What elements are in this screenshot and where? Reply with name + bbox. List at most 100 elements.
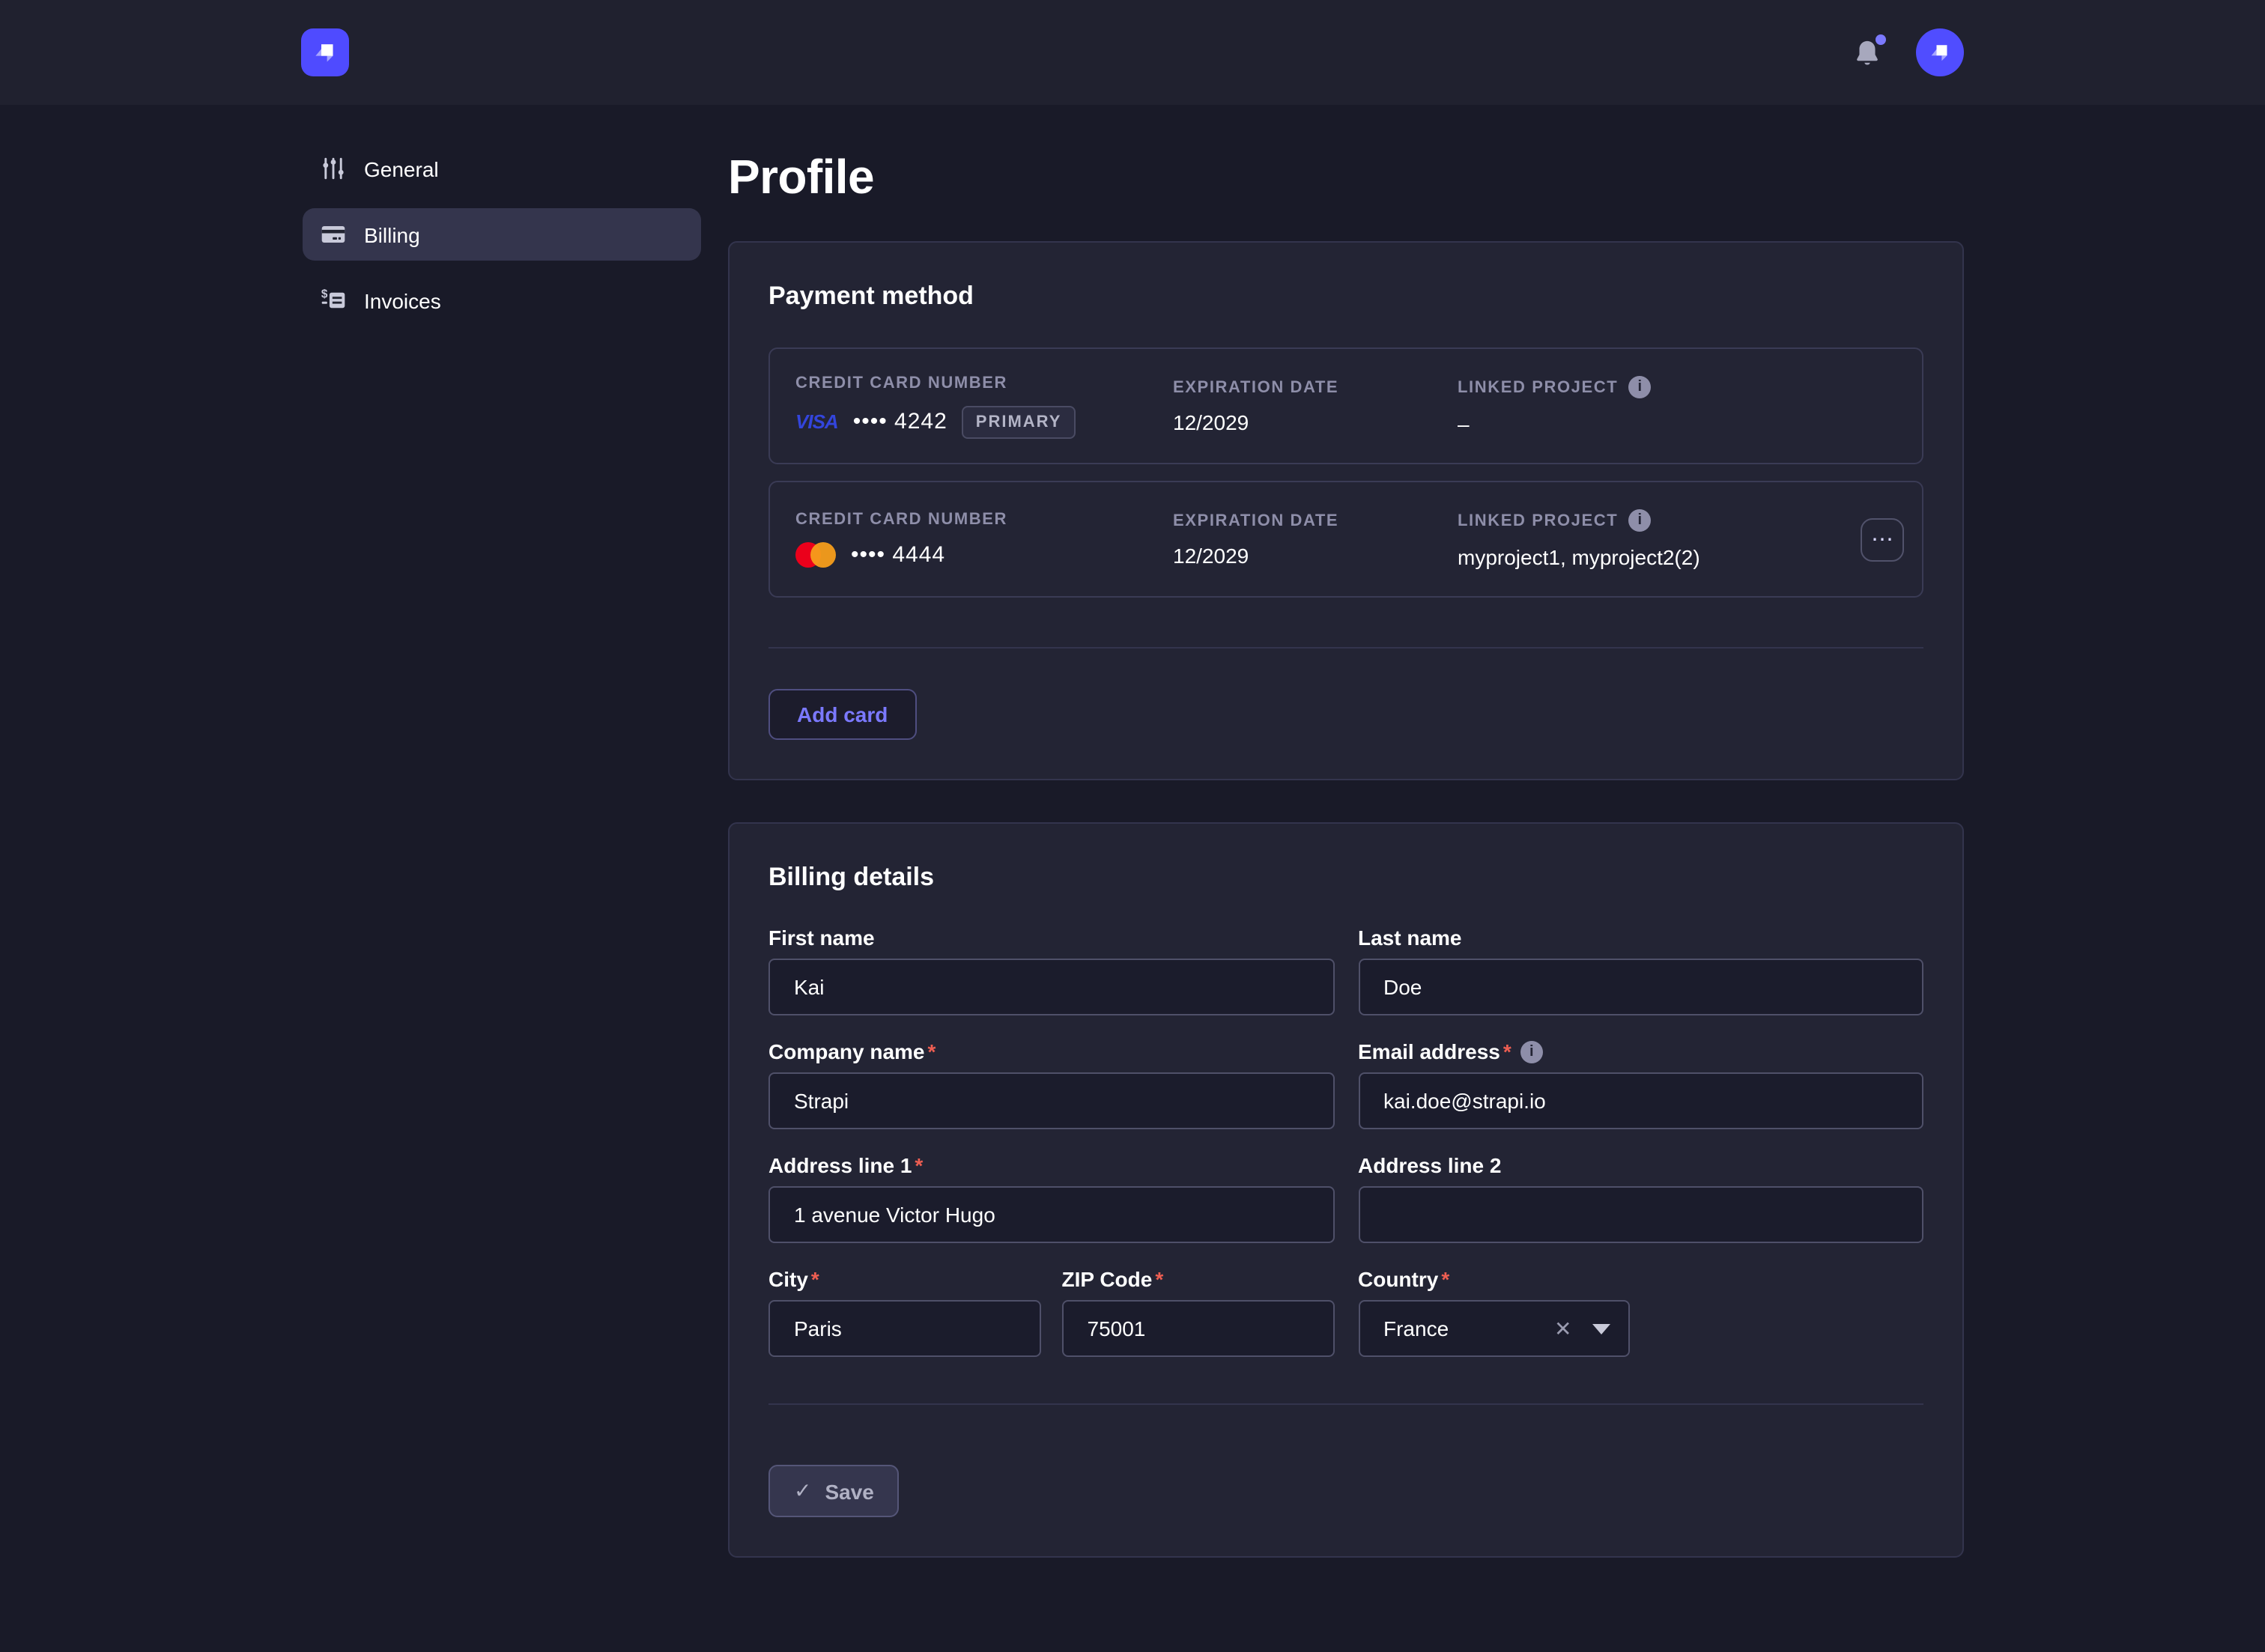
city-input[interactable] xyxy=(768,1300,1041,1357)
required-asterisk: * xyxy=(1155,1267,1163,1291)
zip-code-input[interactable] xyxy=(1062,1300,1335,1357)
last-name-input[interactable] xyxy=(1358,959,1923,1015)
expiration-date-header: EXPIRATION DATE xyxy=(1173,511,1458,529)
expiration-cell: EXPIRATION DATE 12/2029 xyxy=(1173,511,1458,567)
zip-code-label: ZIP Code* xyxy=(1062,1267,1335,1291)
strapi-logo-icon xyxy=(310,37,340,67)
city-field: City* xyxy=(768,1267,1041,1357)
linked-project-value: – xyxy=(1458,412,1844,436)
avatar-strapi-icon xyxy=(1926,39,1953,66)
sidebar-item-billing[interactable]: Billing xyxy=(303,208,701,261)
visa-logo: VISA xyxy=(795,410,838,433)
info-icon[interactable]: i xyxy=(1628,509,1651,532)
chevron-down-icon xyxy=(1593,1323,1611,1334)
panel-divider xyxy=(768,647,1923,649)
credit-card-number-header: CREDIT CARD NUMBER xyxy=(795,511,1173,529)
card-row-visa: CREDIT CARD NUMBER VISA •••• 4242 PRIMAR… xyxy=(768,347,1923,464)
first-name-field: First name xyxy=(768,926,1334,1015)
city-label: City* xyxy=(768,1267,1041,1291)
save-button-label: Save xyxy=(825,1479,873,1503)
top-bar xyxy=(0,0,2265,105)
notification-dot xyxy=(1876,34,1886,44)
user-avatar[interactable] xyxy=(1916,28,1964,76)
main-content: Profile Payment method CREDIT CARD NUMBE… xyxy=(728,150,1964,1600)
expiration-date-header: EXPIRATION DATE xyxy=(1173,378,1458,396)
address-line2-label: Address line 2 xyxy=(1358,1153,1923,1177)
check-icon: ✓ xyxy=(794,1478,811,1504)
add-card-button[interactable]: Add card xyxy=(768,689,916,740)
company-name-label: Company name* xyxy=(768,1039,1334,1063)
payment-method-panel: Payment method CREDIT CARD NUMBER VISA •… xyxy=(728,241,1964,780)
save-button[interactable]: ✓ Save xyxy=(768,1465,900,1517)
zip-code-field: ZIP Code* xyxy=(1062,1267,1335,1357)
country-field: Country* France ✕ xyxy=(1358,1267,1631,1357)
last-name-field: Last name xyxy=(1358,926,1923,1015)
address-line1-input[interactable] xyxy=(768,1186,1334,1243)
form-divider xyxy=(768,1403,1923,1405)
required-asterisk: * xyxy=(915,1153,923,1177)
linked-project-cell: LINKED PROJECT i – xyxy=(1458,376,1844,436)
required-asterisk: * xyxy=(1441,1267,1449,1291)
email-address-input[interactable] xyxy=(1358,1072,1923,1129)
payment-method-heading: Payment method xyxy=(768,282,1923,312)
sidebar-item-invoices[interactable]: $ Invoices xyxy=(303,274,701,327)
company-name-input[interactable] xyxy=(768,1072,1334,1129)
sidebar-item-label: Invoices xyxy=(364,288,441,312)
company-name-field: Company name* xyxy=(768,1039,1334,1129)
topbar-actions xyxy=(1855,28,1964,76)
ellipsis-icon: ⋯ xyxy=(1871,526,1893,553)
expiration-date-value: 12/2029 xyxy=(1173,543,1458,567)
info-icon[interactable]: i xyxy=(1628,376,1651,398)
email-address-field: Email address*i xyxy=(1358,1039,1923,1129)
linked-project-header-row: LINKED PROJECT i xyxy=(1458,376,1844,398)
info-icon[interactable]: i xyxy=(1520,1040,1543,1063)
expiration-date-value: 12/2029 xyxy=(1173,410,1458,434)
page-title: Profile xyxy=(728,150,1964,205)
billing-details-heading: Billing details xyxy=(768,863,1923,893)
invoice-icon: $ xyxy=(321,288,346,313)
primary-badge: PRIMARY xyxy=(962,405,1076,438)
expiration-cell: EXPIRATION DATE 12/2029 xyxy=(1173,378,1458,434)
sidebar-item-label: Billing xyxy=(364,222,420,246)
sliders-icon xyxy=(321,156,346,181)
country-select[interactable]: France ✕ xyxy=(1358,1300,1631,1357)
svg-text:$: $ xyxy=(321,288,328,301)
address-line1-label: Address line 1* xyxy=(768,1153,1334,1177)
notifications-button[interactable] xyxy=(1855,38,1880,67)
first-name-label: First name xyxy=(768,926,1334,950)
card-masked-number: •••• 4444 xyxy=(851,542,945,568)
required-asterisk: * xyxy=(811,1267,819,1291)
address-line2-field: Address line 2 xyxy=(1358,1153,1923,1243)
billing-form: First name Last name Company name* xyxy=(768,926,1923,1517)
sidebar-item-general[interactable]: General xyxy=(303,142,701,195)
address-line2-input[interactable] xyxy=(1358,1186,1923,1243)
billing-details-panel: Billing details First name Last name Co xyxy=(728,822,1964,1558)
linked-project-header: LINKED PROJECT xyxy=(1458,511,1618,529)
card-more-menu-button[interactable]: ⋯ xyxy=(1861,517,1904,561)
last-name-label: Last name xyxy=(1358,926,1923,950)
card-number-cell: CREDIT CARD NUMBER •••• 4444 xyxy=(795,511,1173,568)
card-row-mastercard: CREDIT CARD NUMBER •••• 4444 EXPIRATION … xyxy=(768,481,1923,598)
city-zip-row: City* ZIP Code* xyxy=(768,1267,1334,1357)
card-masked-number: •••• 4242 xyxy=(853,409,947,434)
linked-project-cell: LINKED PROJECT i myproject1, myproject2(… xyxy=(1458,509,1844,569)
mastercard-logo xyxy=(795,542,836,568)
settings-sidebar: General Billing $ xyxy=(303,142,701,327)
linked-project-header-row: LINKED PROJECT i xyxy=(1458,509,1844,532)
page-content: General Billing $ xyxy=(0,105,2265,1600)
clear-icon[interactable]: ✕ xyxy=(1554,1316,1571,1341)
card-number-value: •••• 4444 xyxy=(795,542,1173,568)
card-list: CREDIT CARD NUMBER VISA •••• 4242 PRIMAR… xyxy=(768,347,1923,598)
country-select-value: France xyxy=(1383,1317,1554,1340)
email-address-label: Email address*i xyxy=(1358,1039,1923,1063)
first-name-input[interactable] xyxy=(768,959,1334,1015)
strapi-logo[interactable] xyxy=(301,28,349,76)
credit-card-icon xyxy=(321,222,346,247)
card-number-cell: CREDIT CARD NUMBER VISA •••• 4242 PRIMAR… xyxy=(795,374,1173,438)
linked-project-header: LINKED PROJECT xyxy=(1458,378,1618,396)
app-root: General Billing $ xyxy=(0,0,2265,1652)
credit-card-number-header: CREDIT CARD NUMBER xyxy=(795,374,1173,392)
required-asterisk: * xyxy=(928,1039,936,1063)
card-number-value: VISA •••• 4242 PRIMARY xyxy=(795,405,1173,438)
required-asterisk: * xyxy=(1503,1039,1511,1063)
